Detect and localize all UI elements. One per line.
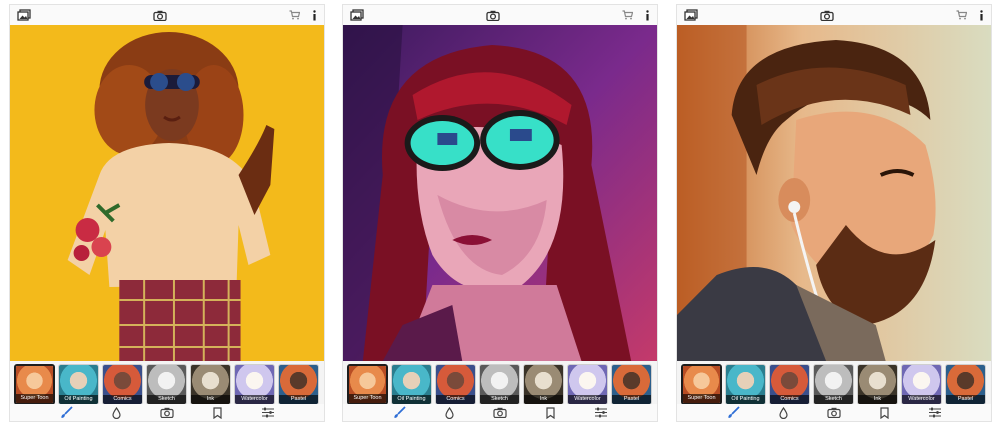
bookmark-icon[interactable] — [212, 406, 222, 419]
cart-icon[interactable] — [622, 10, 633, 20]
filter-label: Sketch — [147, 394, 186, 404]
filter-thumb-sketch[interactable]: Sketch — [813, 363, 854, 405]
filter-thumb-super-toon[interactable]: Super Toon — [14, 363, 55, 405]
filter-label: Watercolor — [902, 394, 941, 404]
filter-label: Comics — [770, 394, 809, 404]
filter-label: Comics — [103, 394, 142, 404]
filter-thumb-comics[interactable]: Comics — [769, 363, 810, 405]
brush-icon[interactable] — [727, 406, 740, 419]
filter-strip: Super Toon Oil Painting Comics Sketch In… — [677, 361, 991, 407]
bookmark-icon[interactable] — [545, 406, 555, 419]
drop-icon[interactable] — [111, 406, 121, 419]
cart-icon[interactable] — [289, 10, 300, 20]
filter-label: Sketch — [814, 394, 853, 404]
filter-label: Watercolor — [568, 394, 607, 404]
filter-thumb-super-toon[interactable]: Super Toon — [347, 363, 388, 405]
drop-icon[interactable] — [778, 406, 788, 419]
camera-icon[interactable] — [486, 10, 500, 21]
filter-thumb-pastel[interactable]: Pastel — [945, 363, 986, 405]
filter-thumb-pastel[interactable]: Pastel — [611, 363, 652, 405]
phone-screen-3: Super Toon Oil Painting Comics Sketch In… — [676, 4, 992, 422]
photo-preview[interactable] — [677, 25, 991, 361]
filter-thumb-super-toon[interactable]: Super Toon — [681, 363, 722, 405]
camera-icon[interactable] — [492, 407, 507, 418]
filter-label: Pastel — [612, 394, 651, 404]
phone-screen-1: Super Toon Oil Painting Comics Sketch In… — [9, 4, 325, 422]
photo-preview[interactable] — [10, 25, 324, 361]
gallery-icon[interactable] — [17, 9, 31, 21]
filter-label: Ink — [858, 394, 897, 404]
stylized-portrait-bearded-man-earphones — [677, 25, 991, 361]
filter-thumb-sketch[interactable]: Sketch — [479, 363, 520, 405]
filter-label: Ink — [191, 394, 230, 404]
drop-icon[interactable] — [444, 406, 454, 419]
filter-thumb-ink[interactable]: Ink — [857, 363, 898, 405]
sliders-icon[interactable] — [928, 407, 942, 418]
info-icon[interactable] — [312, 9, 317, 21]
filter-label: Super Toon — [683, 393, 720, 403]
sliders-icon[interactable] — [261, 407, 275, 418]
filter-thumb-ink[interactable]: Ink — [190, 363, 231, 405]
top-bar — [677, 5, 991, 25]
bottom-toolbar — [10, 404, 324, 421]
bottom-toolbar — [677, 404, 991, 421]
filter-label: Oil Painting — [726, 394, 765, 404]
filter-thumb-comics[interactable]: Comics — [435, 363, 476, 405]
filter-thumb-pastel[interactable]: Pastel — [278, 363, 319, 405]
phone-screen-2: Super Toon Oil Painting Comics Sketch In… — [342, 4, 658, 422]
filter-label: Oil Painting — [392, 394, 431, 404]
camera-icon[interactable] — [820, 10, 834, 21]
bottom-toolbar — [343, 404, 657, 421]
stylized-portrait-curly-hair-sunglasses — [10, 25, 324, 361]
info-icon[interactable] — [979, 9, 984, 21]
camera-icon[interactable] — [153, 10, 167, 21]
filter-thumb-oil-painting[interactable]: Oil Painting — [391, 363, 432, 405]
filter-label: Ink — [524, 394, 563, 404]
filter-label: Watercolor — [235, 394, 274, 404]
filter-thumb-sketch[interactable]: Sketch — [146, 363, 187, 405]
filter-strip: Super Toon Oil Painting Comics Sketch In… — [343, 361, 657, 407]
sliders-icon[interactable] — [594, 407, 608, 418]
filter-label: Sketch — [480, 394, 519, 404]
stylized-portrait-red-hair-reflective-sunglasses — [343, 25, 657, 361]
camera-icon[interactable] — [826, 407, 841, 418]
app-store-screenshots: Super Toon Oil Painting Comics Sketch In… — [0, 0, 1001, 424]
filter-label: Comics — [436, 394, 475, 404]
filter-thumb-ink[interactable]: Ink — [523, 363, 564, 405]
filter-label: Oil Painting — [59, 394, 98, 404]
brush-icon[interactable] — [393, 406, 406, 419]
gallery-icon[interactable] — [350, 9, 364, 21]
filter-thumb-oil-painting[interactable]: Oil Painting — [725, 363, 766, 405]
bookmark-icon[interactable] — [879, 406, 889, 419]
brush-icon[interactable] — [60, 406, 73, 419]
cart-icon[interactable] — [956, 10, 967, 20]
camera-icon[interactable] — [159, 407, 174, 418]
filter-label: Pastel — [279, 394, 318, 404]
filter-thumb-watercolor[interactable]: Watercolor — [901, 363, 942, 405]
gallery-icon[interactable] — [684, 9, 698, 21]
filter-strip: Super Toon Oil Painting Comics Sketch In… — [10, 361, 324, 407]
filter-label: Super Toon — [16, 393, 53, 403]
info-icon[interactable] — [645, 9, 650, 21]
filter-thumb-oil-painting[interactable]: Oil Painting — [58, 363, 99, 405]
filter-thumb-watercolor[interactable]: Watercolor — [234, 363, 275, 405]
filter-label: Pastel — [946, 394, 985, 404]
filter-label: Super Toon — [349, 393, 386, 403]
top-bar — [343, 5, 657, 25]
filter-thumb-watercolor[interactable]: Watercolor — [567, 363, 608, 405]
photo-preview[interactable] — [343, 25, 657, 361]
filter-thumb-comics[interactable]: Comics — [102, 363, 143, 405]
top-bar — [10, 5, 324, 25]
